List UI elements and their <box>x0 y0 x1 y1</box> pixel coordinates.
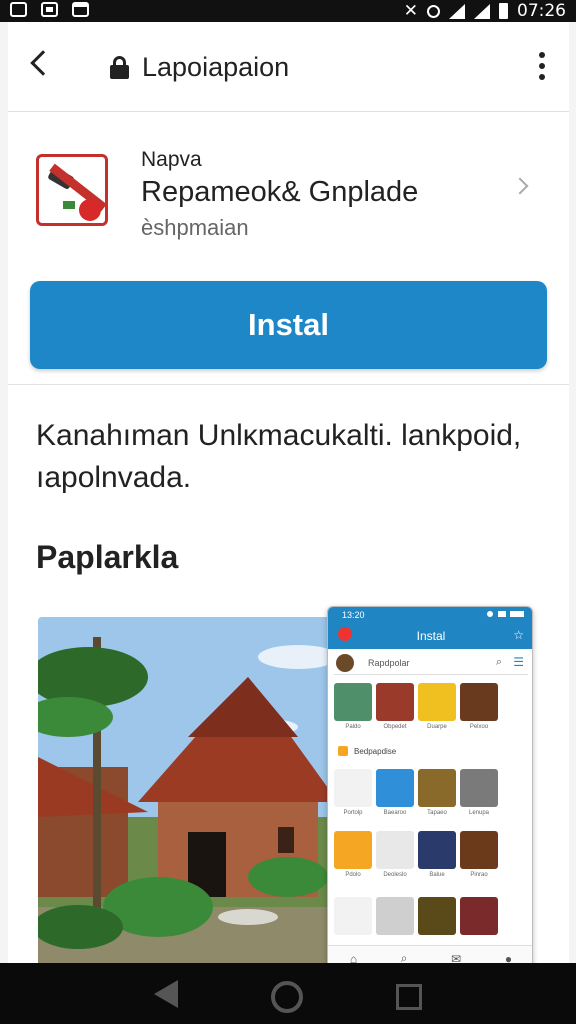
mini-star-icon: ☆ <box>513 628 524 642</box>
check-box-icon <box>10 2 27 17</box>
mini-title: Instal <box>416 629 446 643</box>
mini-status-icons <box>487 611 524 617</box>
app-logo <box>36 154 108 226</box>
chevron-right-icon[interactable] <box>511 177 529 195</box>
mini-search-bar: Rapdpolar ⌕ ☰ <box>334 653 528 675</box>
app-description: Kanahıman Unlκmacukalti. lankpoid, ıapol… <box>36 419 522 494</box>
mini-app-bar: 13:20 Instal ☆ <box>328 607 532 649</box>
top-app-bar: Lapoiapaion <box>8 22 569 112</box>
app-store-screen: ✕ 07:26 Lapoiapaion Napva Repameok& Gnpl… <box>0 0 576 1024</box>
mute-icon: ✕ <box>403 1 418 21</box>
mini-status-time: 13:20 <box>342 610 365 620</box>
mini-row-4 <box>334 897 498 935</box>
mini-menu-icon: ☰ <box>513 655 524 669</box>
mini-section-label: Bedpapdise <box>338 746 396 756</box>
mini-search-placeholder: Rapdpolar <box>368 658 410 668</box>
image-icon <box>41 2 58 17</box>
home-circle-icon[interactable] <box>271 981 303 1013</box>
developer-name[interactable]: Napva <box>141 148 202 172</box>
system-nav-bar <box>0 963 576 1024</box>
install-button[interactable]: Instal <box>30 281 547 369</box>
avatar <box>336 654 354 672</box>
recents-square-icon[interactable] <box>396 984 422 1010</box>
mini-search-icon: ⌕ <box>495 656 502 668</box>
page-title: Lapoiapaion <box>142 52 290 82</box>
divider <box>8 384 569 385</box>
check-box-icon <box>72 2 89 17</box>
app-category: ѐshpmaian <box>141 215 249 240</box>
screenshots-heading: Paplarkla <box>36 539 179 575</box>
screenshot-phone[interactable]: 13:20 Instal ☆ Rapdpolar ⌕ ☰ Paldo Obped… <box>327 606 533 972</box>
battery-icon <box>499 3 508 19</box>
location-icon <box>427 4 440 18</box>
status-bar: ✕ 07:26 <box>0 0 576 22</box>
app-listing-card: Napva Repameok& Gnplade ѐshpmaian Instal… <box>8 112 569 972</box>
back-arrow-icon[interactable] <box>30 50 56 76</box>
lock-icon <box>110 56 129 79</box>
wifi-icon <box>449 3 465 19</box>
mini-row-1: Paldo Obpedet Duarpe Pelxoo <box>334 683 498 730</box>
signal-icon <box>474 3 490 19</box>
mini-row-2: Portolp Baearoo Tapaeo Lenupa <box>334 769 498 816</box>
screenshot-temple[interactable] <box>38 617 338 972</box>
mini-row-3: Pdolo Deoleslo Balue Pinrao <box>334 831 498 878</box>
more-vert-icon[interactable] <box>539 52 545 80</box>
status-time: 07:26 <box>517 1 566 21</box>
back-triangle-icon[interactable] <box>154 980 178 1008</box>
app-name: Repameok& Gnplade <box>141 176 419 208</box>
